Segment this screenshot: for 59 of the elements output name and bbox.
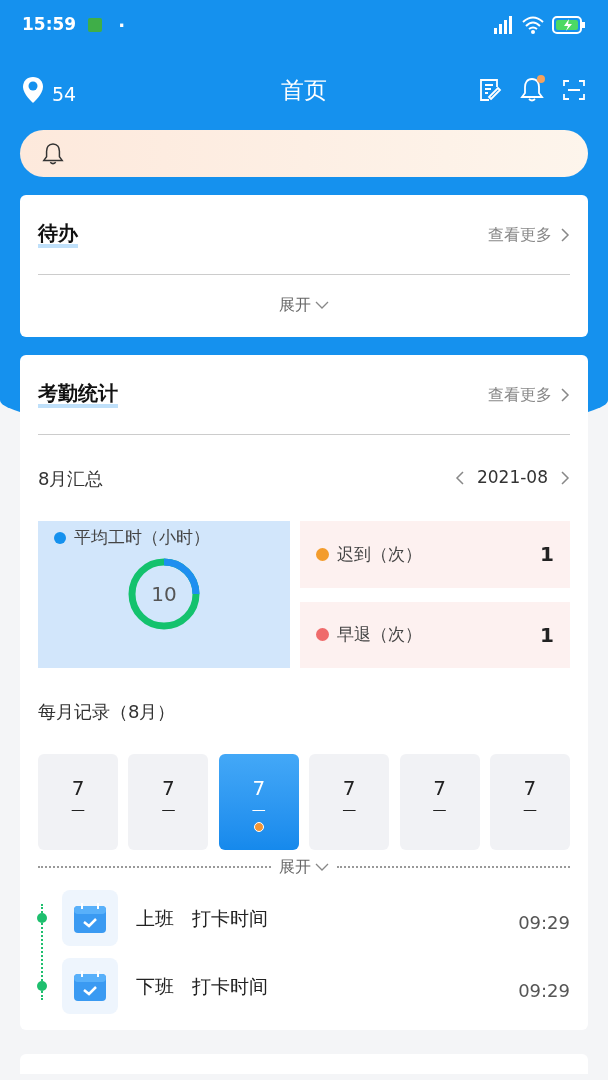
stat-value: 1 (540, 541, 554, 569)
chevron-down-icon (315, 863, 329, 871)
day-tile[interactable]: 7 — (489, 754, 570, 850)
day-dash: — (161, 800, 176, 818)
expand-button[interactable]: 展开 (271, 855, 337, 879)
record-label: 打卡时间 (192, 973, 268, 999)
day-dash: — (251, 800, 266, 818)
edit-note-icon[interactable] (478, 78, 502, 102)
chevron-right-icon (560, 387, 570, 402)
day-tile[interactable]: 7 — (38, 754, 118, 850)
chevron-right-icon (560, 227, 570, 242)
expand-button[interactable]: 展开 (20, 275, 588, 335)
calendar-check-icon (62, 890, 118, 946)
record-time: 09:29 (518, 910, 570, 935)
record-type: 上班 (136, 905, 174, 931)
day-number: 7 (523, 776, 537, 800)
day-dash: — (71, 800, 85, 818)
record-time: 09:29 (518, 978, 570, 1003)
stat-value: 1 (540, 621, 554, 649)
chevron-left-icon (454, 471, 465, 485)
stat-label: 早退（次） (337, 623, 422, 646)
status-time: 15:59 (22, 13, 77, 37)
day-tile[interactable]: 7 — (309, 754, 390, 850)
monthly-title: 每月记录（8月） (38, 699, 176, 724)
notification-bell-icon[interactable] (520, 77, 544, 103)
stat-label: 迟到（次） (337, 542, 422, 566)
chevron-right-icon (560, 471, 570, 485)
day-number: 7 (252, 776, 266, 800)
location-count: 54 (52, 81, 77, 107)
day-number: 7 (71, 776, 85, 800)
day-dash: — (522, 800, 537, 818)
notice-bar[interactable] (20, 130, 588, 177)
record-label: 打卡时间 (192, 905, 268, 931)
section-title: 考勤统计 (38, 381, 118, 408)
status-dot: · (118, 13, 125, 38)
view-more-link[interactable]: 查看更多 (488, 222, 570, 247)
day-tile[interactable]: 7 — (128, 754, 209, 850)
panel-label: 平均工时（小时） (74, 526, 210, 549)
bell-icon (42, 141, 64, 166)
scan-icon[interactable] (562, 78, 586, 102)
day-number: 7 (433, 776, 446, 800)
app-icon (88, 18, 103, 32)
view-more-link[interactable]: 查看更多 (488, 382, 570, 407)
record-type: 下班 (136, 973, 174, 999)
battery-icon (552, 16, 586, 34)
day-number: 7 (342, 776, 356, 800)
calendar-check-icon (62, 958, 118, 1014)
day-dash: — (342, 800, 357, 818)
section-title: 待办 (38, 221, 78, 248)
wifi-icon (522, 16, 544, 34)
donut-value: 10 (151, 581, 177, 606)
month-label: 2021-08 (476, 466, 548, 490)
day-number: 7 (162, 776, 175, 800)
page-title: 首页 (281, 75, 327, 105)
day-tile[interactable]: 7 — (399, 754, 480, 850)
chevron-down-icon (315, 301, 329, 309)
location-pin-icon[interactable] (22, 76, 44, 104)
summary-title: 8月汇总 (38, 466, 104, 491)
day-dash: — (432, 800, 447, 818)
